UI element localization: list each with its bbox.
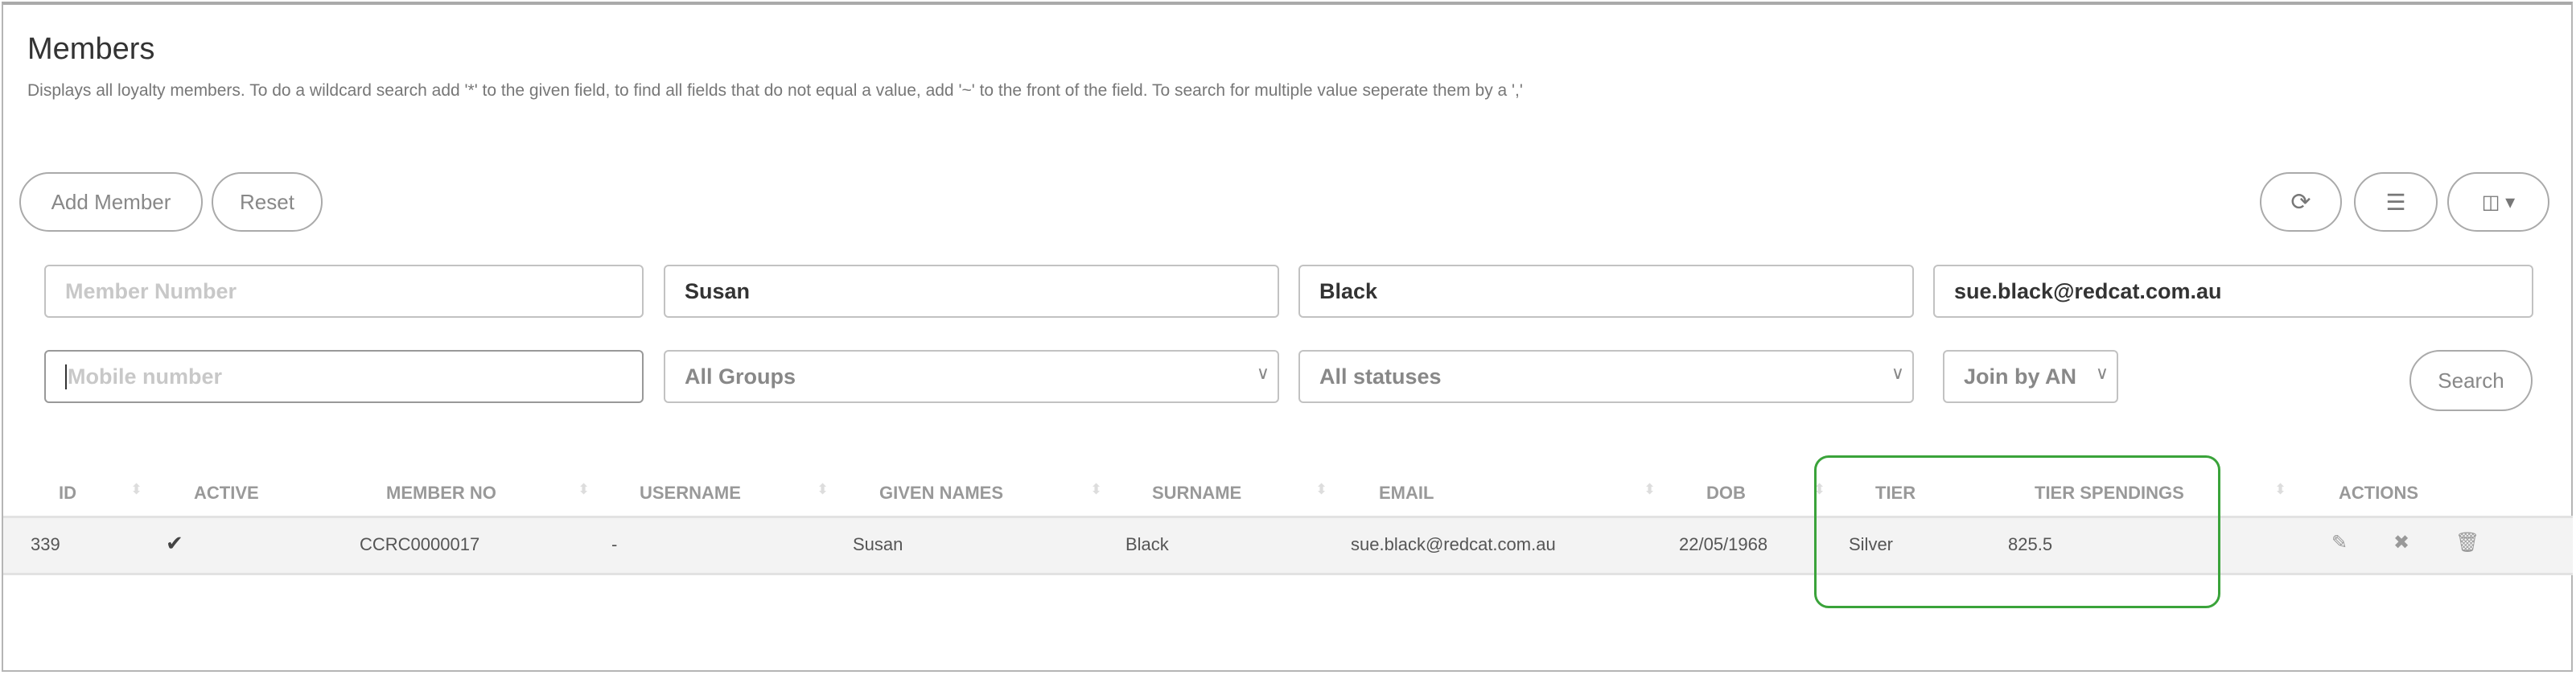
search-button[interactable]: Search xyxy=(2409,350,2533,411)
chevron-down-icon: ∨ xyxy=(2095,363,2109,383)
check-icon: ✔ xyxy=(166,531,183,555)
cell-username: - xyxy=(611,534,618,554)
sort-icon[interactable]: ⬍ xyxy=(2274,481,2286,498)
trash-icon[interactable]: 🗑 xyxy=(2455,531,2479,554)
cell-dob: 22/05/1968 xyxy=(1679,534,1768,554)
mobile-input[interactable]: Mobile number xyxy=(44,350,644,403)
list-view-button[interactable]: ☰ xyxy=(2354,172,2438,232)
cell-email: sue.black@redcat.com.au xyxy=(1351,534,1556,554)
chevron-down-icon: ∨ xyxy=(1256,363,1269,383)
surname-input[interactable]: Black xyxy=(1298,265,1914,318)
column-header-surname[interactable]: SURNAME xyxy=(1152,483,1241,504)
cell-member-no: CCRC0000017 xyxy=(360,534,480,554)
join-select[interactable]: Join by AN ∨ xyxy=(1943,350,2118,403)
page-title: Members xyxy=(27,32,155,66)
columns-icon: ◫ ▾ xyxy=(2481,191,2516,213)
column-header-email[interactable]: EMAIL xyxy=(1379,483,1434,504)
sort-icon[interactable]: ⬍ xyxy=(578,481,590,498)
given-name-input[interactable]: Susan xyxy=(664,265,1279,318)
sort-icon[interactable]: ⬍ xyxy=(1090,481,1102,498)
sort-icon[interactable]: ⬍ xyxy=(1315,481,1327,498)
group-select[interactable]: All Groups ∨ xyxy=(664,350,1279,403)
column-header-member-no[interactable]: MEMBER NO xyxy=(386,483,496,504)
column-header-actions: ACTIONS xyxy=(2339,483,2418,503)
cell-id: 339 xyxy=(31,534,60,554)
columns-button[interactable]: ◫ ▾ xyxy=(2447,172,2549,232)
column-header-active[interactable]: ACTIVE xyxy=(194,483,259,504)
edit-icon[interactable]: ✎ xyxy=(2331,531,2348,554)
member-number-input[interactable]: Member Number xyxy=(44,265,644,318)
status-selected: All statuses xyxy=(1319,364,1442,389)
refresh-button[interactable]: ⟳ xyxy=(2260,172,2342,232)
status-select[interactable]: All statuses ∨ xyxy=(1298,350,1914,403)
cell-given-names: Susan xyxy=(853,534,903,554)
list-icon: ☰ xyxy=(2385,189,2406,215)
cell-surname: Black xyxy=(1125,534,1169,554)
join-selected: Join by AN xyxy=(1964,364,2077,389)
column-header-dob[interactable]: DOB xyxy=(1706,483,1746,504)
sort-icon[interactable]: ⬍ xyxy=(130,481,142,498)
chevron-down-icon: ∨ xyxy=(1891,363,1904,383)
reset-button[interactable]: Reset xyxy=(212,172,323,232)
sort-icon[interactable]: ⬍ xyxy=(1644,481,1656,498)
column-header-username[interactable]: USERNAME xyxy=(640,483,741,504)
add-member-button[interactable]: Add Member xyxy=(19,172,203,232)
column-header-given-names[interactable]: GIVEN NAMES xyxy=(879,483,1003,504)
sort-icon[interactable]: ⬍ xyxy=(817,481,829,498)
email-input[interactable]: sue.black@redcat.com.au xyxy=(1933,265,2533,318)
column-header-id[interactable]: ID xyxy=(59,483,76,504)
group-selected: All Groups xyxy=(685,364,796,389)
refresh-icon: ⟳ xyxy=(2290,188,2311,216)
mobile-placeholder: Mobile number xyxy=(65,364,222,389)
highlight-box xyxy=(1814,455,2220,608)
close-icon[interactable]: ✖ xyxy=(2393,531,2409,554)
page-description: Displays all loyalty members. To do a wi… xyxy=(27,81,1523,100)
